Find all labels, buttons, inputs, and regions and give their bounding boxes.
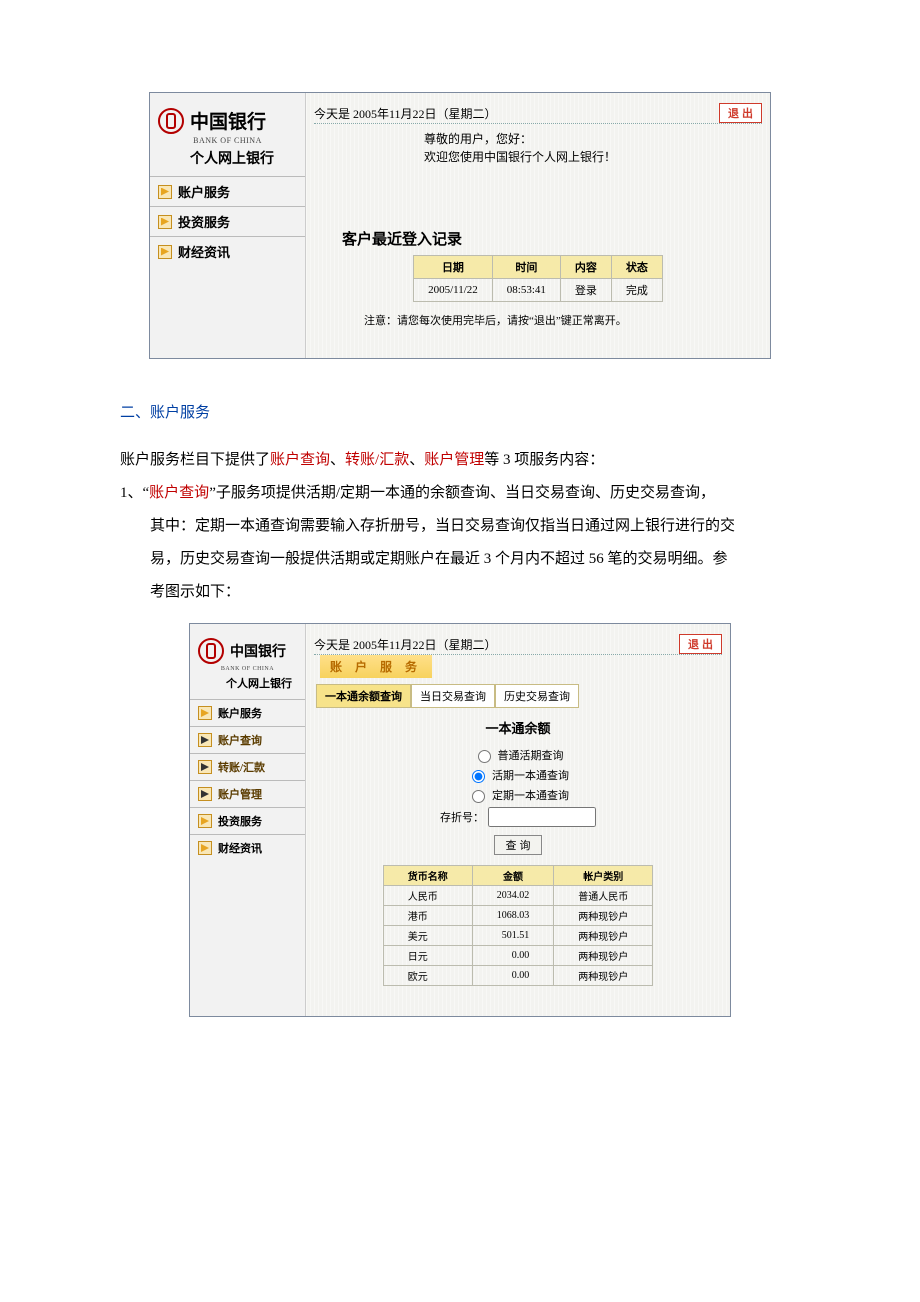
arrow-icon bbox=[158, 185, 172, 199]
arrow-icon bbox=[198, 733, 212, 747]
menu-account-query[interactable]: 账户查询 bbox=[190, 726, 305, 753]
main-menu: 账户服务 投资服务 财经资讯 bbox=[150, 176, 305, 266]
tab-history[interactable]: 历史交易查询 bbox=[495, 684, 579, 708]
article-body: 二、账户服务 账户服务栏目下提供了账户查询、转账/汇款、账户管理等 3 项服务内… bbox=[120, 397, 800, 609]
section-tab: 账 户 服 务 bbox=[320, 655, 432, 678]
arrow-icon bbox=[198, 760, 212, 774]
arrow-icon bbox=[198, 706, 212, 720]
brand-name: 中国银行 bbox=[190, 107, 266, 134]
note: 注意：请您每次使用完毕后，请按“退出”键正常离开。 bbox=[364, 312, 762, 328]
boc-logo-icon bbox=[198, 638, 224, 664]
arrow-icon bbox=[158, 245, 172, 259]
boc-logo-icon bbox=[158, 108, 184, 134]
screenshot-login: 中国银行 BANK OF CHINA 个人网上银行 账户服务 投资服务 财经资讯… bbox=[149, 92, 771, 359]
menu-account[interactable]: 账户服务 bbox=[150, 176, 305, 206]
arrow-icon bbox=[198, 787, 212, 801]
query-options: 普通活期查询 活期一本通查询 定期一本通查询 存折号： 查 询 bbox=[314, 747, 722, 855]
greeting: 尊敬的用户，您好： 欢迎您使用中国银行个人网上银行！ bbox=[314, 124, 762, 176]
balance-table: 货币名称 金额 帐户类别 人民币2034.02普通人民币 港币1068.03两种… bbox=[383, 865, 654, 986]
brand-sub: 个人网上银行 bbox=[150, 148, 305, 176]
radio-fixed[interactable] bbox=[472, 790, 485, 803]
exit-button[interactable]: 退 出 bbox=[719, 103, 762, 123]
brand-row: 中国银行 bbox=[190, 632, 305, 666]
brand-en: BANK OF CHINA bbox=[150, 136, 305, 148]
balance-title: 一本通余额 bbox=[314, 718, 722, 737]
radio-normal[interactable] bbox=[478, 750, 491, 763]
content-area: 今天是 2005年11月22日（星期二） 退 出 尊敬的用户，您好： 欢迎您使用… bbox=[305, 93, 770, 358]
arrow-icon bbox=[158, 215, 172, 229]
menu-news[interactable]: 财经资讯 bbox=[150, 236, 305, 266]
menu-manage[interactable]: 账户管理 bbox=[190, 780, 305, 807]
screenshot-balance: 中国银行 BANK OF CHINA 个人网上银行 账户服务 账户查询 转账/汇… bbox=[189, 623, 731, 1017]
opt-normal[interactable]: 普通活期查询 bbox=[473, 747, 564, 763]
login-history-title: 客户最近登入记录 bbox=[342, 228, 762, 249]
tab-today[interactable]: 当日交易查询 bbox=[411, 684, 495, 708]
sidebar: 中国银行 BANK OF CHINA 个人网上银行 账户服务 投资服务 财经资讯 bbox=[150, 93, 305, 358]
query-button[interactable]: 查 询 bbox=[494, 835, 541, 855]
brand-row: 中国银行 bbox=[150, 101, 305, 136]
sidebar: 中国银行 BANK OF CHINA 个人网上银行 账户服务 账户查询 转账/汇… bbox=[190, 624, 305, 1016]
brand-sub: 个人网上银行 bbox=[190, 675, 305, 699]
radio-current[interactable] bbox=[472, 770, 485, 783]
opt-fixed[interactable]: 定期一本通查询 bbox=[467, 787, 569, 803]
menu-transfer[interactable]: 转账/汇款 bbox=[190, 753, 305, 780]
book-number-row: 存折号： bbox=[440, 807, 596, 827]
login-history-table: 日期 时间 内容 状态 2005/11/22 08:53:41 登录 完成 bbox=[413, 255, 663, 302]
exit-button[interactable]: 退 出 bbox=[679, 634, 722, 654]
content-area: 今天是 2005年11月22日（星期二） 退 出 账 户 服 务 一本通余额查询… bbox=[305, 624, 730, 1016]
today-date: 今天是 2005年11月22日（星期二） bbox=[314, 636, 497, 653]
brand-name: 中国银行 bbox=[230, 641, 286, 661]
subtabs: 一本通余额查询 当日交易查询 历史交易查询 bbox=[316, 684, 722, 708]
brand-en: BANK OF CHINA bbox=[190, 666, 305, 675]
menu-invest[interactable]: 投资服务 bbox=[150, 206, 305, 236]
main-menu: 账户服务 账户查询 转账/汇款 账户管理 投资服务 财经资讯 bbox=[190, 699, 305, 861]
menu-news[interactable]: 财经资讯 bbox=[190, 834, 305, 861]
today-date: 今天是 2005年11月22日（星期二） bbox=[314, 105, 497, 122]
tab-balance[interactable]: 一本通余额查询 bbox=[316, 684, 411, 708]
opt-current[interactable]: 活期一本通查询 bbox=[467, 767, 569, 783]
menu-account[interactable]: 账户服务 bbox=[190, 699, 305, 726]
section-heading: 二、账户服务 bbox=[120, 397, 800, 430]
book-number-input[interactable] bbox=[488, 807, 596, 827]
menu-invest[interactable]: 投资服务 bbox=[190, 807, 305, 834]
arrow-icon bbox=[198, 814, 212, 828]
arrow-icon bbox=[198, 841, 212, 855]
